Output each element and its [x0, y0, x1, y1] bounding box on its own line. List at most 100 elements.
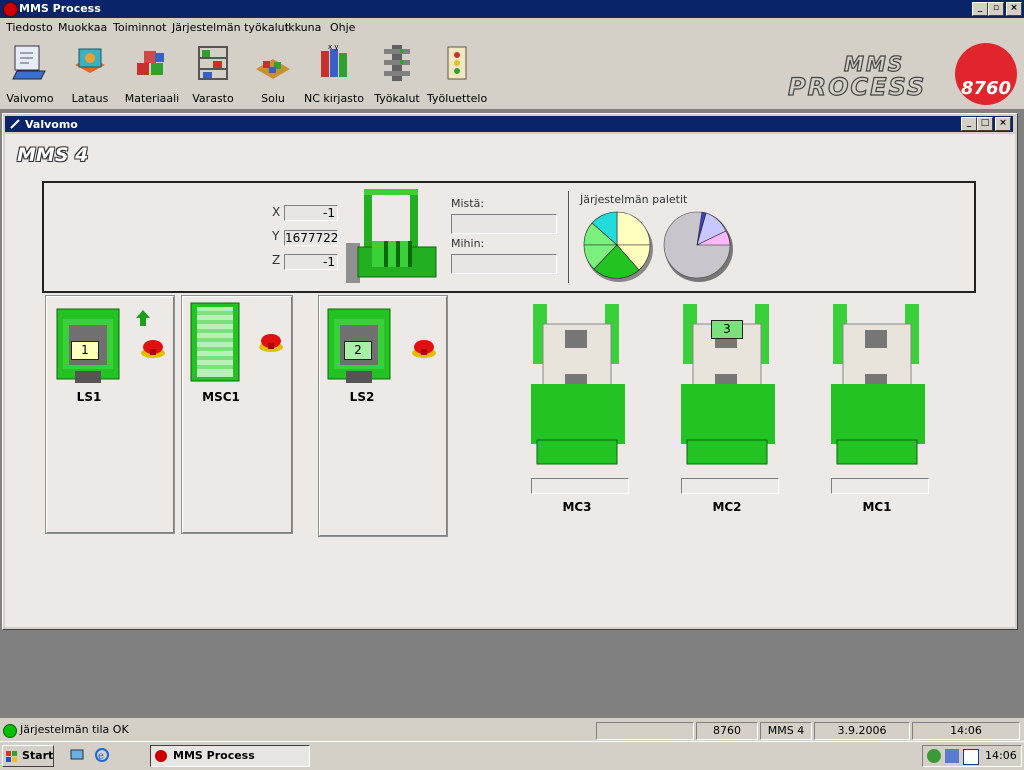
- status-ok-icon: [3, 724, 17, 738]
- machine-status-field: [681, 478, 779, 494]
- pallet-status-pie: [583, 211, 653, 282]
- tray-monitor-icon[interactable]: [945, 749, 959, 763]
- machine-name-mc2: MC2: [712, 500, 742, 514]
- up-arrow-icon: [135, 309, 151, 327]
- y-label: Y: [272, 229, 280, 243]
- windows-taskbar: Start e MMS Process 14:06: [0, 741, 1024, 769]
- station-ls1[interactable]: 1 LS1: [45, 295, 175, 534]
- station-name-ls1: LS1: [76, 390, 102, 404]
- z-value: -1: [284, 254, 338, 270]
- status-bar: Järjestelmän tila OK 8760 MMS 4 3.9.2006…: [0, 720, 1024, 740]
- internet-explorer-icon[interactable]: e: [94, 748, 110, 762]
- status-empty-cell: [596, 722, 694, 740]
- menu-tiedosto[interactable]: Tiedosto: [6, 21, 53, 34]
- toolbar-varasto[interactable]: Varasto: [192, 37, 234, 107]
- start-button[interactable]: Start: [2, 745, 54, 767]
- taskbar-clock: 14:06: [985, 749, 1017, 762]
- windows-logo-icon: [6, 750, 18, 762]
- toolbar-tyokalut[interactable]: Työkalut: [374, 37, 420, 107]
- svg-text:e: e: [98, 751, 104, 762]
- taskbar-app-mms-process[interactable]: MMS Process: [150, 745, 310, 767]
- close-button[interactable]: ×: [1006, 2, 1022, 16]
- z-label: Z: [272, 253, 281, 267]
- machine-name-mc3: MC3: [562, 500, 592, 514]
- emergency-stop-icon[interactable]: [257, 331, 285, 353]
- menu-ohje[interactable]: Ohje: [330, 21, 355, 34]
- tools-icon: [384, 45, 410, 81]
- menu-jarjestelman-tyokalut[interactable]: Järjestelmän työkalut: [172, 21, 289, 34]
- brand-badge: 8760: [955, 43, 1017, 105]
- app-title: MMS Process: [19, 2, 101, 15]
- storage-conveyor-image: [190, 302, 240, 382]
- toolbar-tyoluettelo[interactable]: Työluettelo: [427, 37, 487, 107]
- nc-library-icon: x y: [321, 43, 347, 77]
- valvomo-content: MMS 4 X -1 Y 1677722 Z -1 Mistä: Mihin: …: [5, 134, 1015, 627]
- menu-muokkaa[interactable]: Muokkaa: [58, 21, 107, 34]
- menu-ikkuna[interactable]: Ikkuna: [285, 21, 321, 34]
- y-value: 1677722: [284, 230, 339, 246]
- child-close-button[interactable]: ×: [995, 117, 1011, 131]
- valvomo-title-bar[interactable]: Valvomo _ □ ×: [5, 116, 1013, 132]
- toolbar-nc-kirjasto[interactable]: x y NC kirjasto: [304, 37, 364, 107]
- pallet-number-ls1: 1: [71, 341, 99, 360]
- emergency-stop-icon[interactable]: [139, 337, 167, 359]
- to-label: Mihin:: [451, 237, 485, 250]
- machine-mc1[interactable]: MC1: [827, 300, 929, 515]
- child-minimize-button[interactable]: _: [961, 117, 977, 131]
- toolbar-materiaali[interactable]: Materiaali: [125, 37, 179, 107]
- from-label: Mistä:: [451, 197, 485, 210]
- crane-panel: X -1 Y 1677722 Z -1 Mistä: Mihin: Järjes…: [42, 181, 976, 293]
- status-date: 3.9.2006: [814, 722, 910, 740]
- tray-shield-icon[interactable]: [963, 749, 979, 765]
- brand-logo: MMS PROCESS: [784, 47, 954, 101]
- system-title: MMS 4: [17, 144, 89, 166]
- status-time: 14:06: [912, 722, 1020, 740]
- machine-status-field: [531, 478, 629, 494]
- x-label: X: [272, 205, 281, 219]
- machine-name-mc1: MC1: [862, 500, 892, 514]
- worklist-icon: [447, 46, 467, 80]
- from-field: [451, 214, 557, 234]
- svg-text:PROCESS: PROCESS: [788, 73, 926, 99]
- minimize-button[interactable]: _: [972, 2, 988, 16]
- app-icon: [155, 750, 167, 762]
- pallet-number-ls2: 2: [344, 341, 372, 360]
- svg-text:x y: x y: [328, 43, 339, 51]
- window-icon[interactable]: [9, 118, 21, 130]
- to-field: [451, 254, 557, 274]
- maximize-button[interactable]: ▫: [988, 2, 1004, 16]
- toolbar-lataus[interactable]: Lataus: [70, 37, 110, 107]
- station-name-msc1: MSC1: [202, 390, 240, 404]
- station-msc1[interactable]: MSC1: [181, 295, 293, 534]
- machine-status-field: [831, 478, 929, 494]
- main-toolbar: Valvomo Lataus Materiaali Varasto Solu x…: [0, 37, 1024, 110]
- emergency-stop-icon[interactable]: [410, 337, 438, 359]
- app-icon[interactable]: [3, 2, 18, 17]
- toolbar-valvomo[interactable]: Valvomo: [6, 37, 54, 107]
- station-ls2[interactable]: 2 LS2: [318, 295, 448, 537]
- x-value: -1: [284, 205, 338, 221]
- system-state-text: Järjestelmän tila OK: [20, 723, 129, 736]
- monitor-icon: [12, 45, 46, 80]
- child-maximize-button[interactable]: □: [977, 117, 993, 131]
- valvomo-window: Valvomo _ □ × MMS 4 X -1 Y 1677722 Z -1: [2, 113, 1018, 630]
- loading-icon: [75, 48, 105, 73]
- tray-network-icon[interactable]: [927, 749, 941, 763]
- material-icon: [137, 51, 164, 75]
- stacker-crane-image[interactable]: [344, 187, 442, 285]
- show-desktop-icon[interactable]: [70, 748, 84, 762]
- machine-mc2[interactable]: 3 MC2: [677, 300, 779, 515]
- storage-icon: [198, 46, 228, 80]
- toolbar-solu[interactable]: Solu: [253, 37, 293, 107]
- machine-image: [831, 304, 925, 465]
- menu-bar: Tiedosto Muokkaa Toiminnot Järjestelmän …: [0, 18, 1024, 37]
- machine-image: [531, 304, 625, 465]
- machine-mc3[interactable]: MC3: [527, 300, 629, 515]
- status-system: MMS 4: [760, 722, 812, 740]
- station-name-ls2: LS2: [349, 390, 375, 404]
- status-code: 8760: [696, 722, 758, 740]
- menu-toiminnot[interactable]: Toiminnot: [113, 21, 166, 34]
- app-title-bar[interactable]: MMS Process _ ▫ ×: [0, 0, 1024, 18]
- system-pallets-label: Järjestelmän paletit: [580, 193, 688, 206]
- panel-divider: [568, 191, 569, 283]
